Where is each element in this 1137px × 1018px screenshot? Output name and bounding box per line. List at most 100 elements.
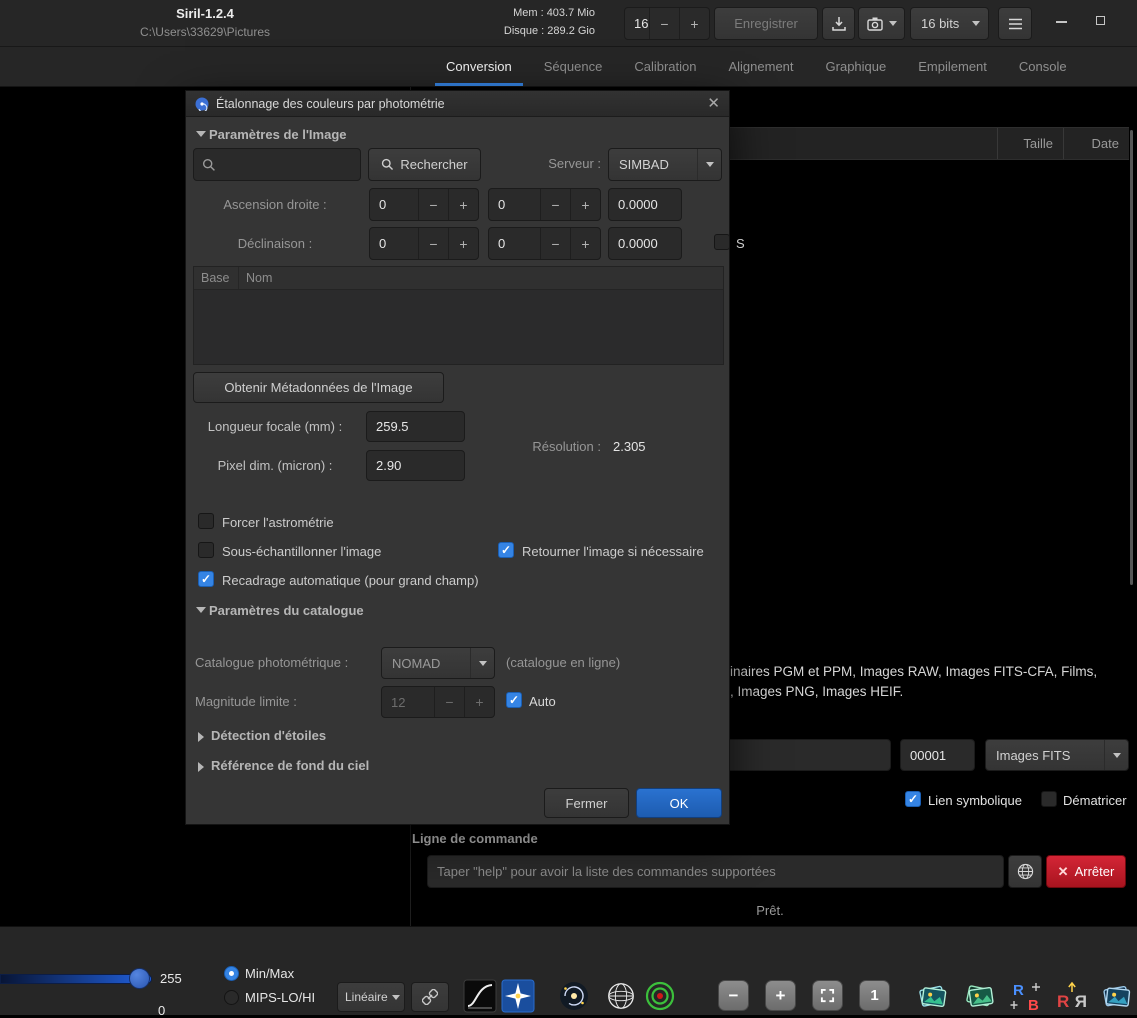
tab-alignment[interactable]: Alignement: [712, 47, 809, 86]
photometry-button[interactable]: [557, 979, 591, 1013]
ra-hours-spinner[interactable]: 0 − +: [369, 188, 479, 221]
chevron-down-icon: [1113, 753, 1121, 758]
ra-minutes-spinner[interactable]: 0 − +: [488, 188, 601, 221]
object-search-field[interactable]: [222, 157, 352, 172]
tab-graph[interactable]: Graphique: [810, 47, 903, 86]
plus-icon[interactable]: +: [570, 189, 600, 220]
catalog-dropdown[interactable]: NOMAD: [381, 647, 495, 679]
snapshot-button[interactable]: [858, 7, 905, 40]
ok-button[interactable]: OK: [636, 788, 722, 818]
zoom-fit-button[interactable]: [812, 980, 843, 1011]
command-input[interactable]: [427, 855, 1004, 888]
get-metadata-button[interactable]: Obtenir Métadonnées de l'Image: [193, 372, 444, 403]
fit-corners-icon: [820, 988, 835, 1003]
close-button[interactable]: Fermer: [544, 788, 629, 818]
catalog-section-title[interactable]: Paramètres du catalogue: [209, 603, 364, 618]
server-dropdown[interactable]: SIMBAD: [608, 148, 722, 181]
search-button-label: Rechercher: [400, 157, 467, 172]
close-icon[interactable]: ✕: [707, 96, 720, 111]
focal-input[interactable]: [366, 411, 465, 442]
plus-icon[interactable]: +: [679, 8, 709, 39]
plus-icon[interactable]: +: [448, 189, 478, 220]
autocrop-checkbox[interactable]: [198, 571, 214, 587]
astrometry-button[interactable]: [604, 979, 638, 1013]
minus-icon[interactable]: −: [540, 228, 570, 259]
dialog-title: Étalonnage des couleurs par photométrie: [216, 97, 445, 111]
image-list-button[interactable]: [916, 979, 950, 1013]
export-button[interactable]: [822, 7, 855, 40]
stop-button[interactable]: ✕ Arrêter: [1046, 855, 1126, 888]
minus-icon[interactable]: −: [540, 189, 570, 220]
rgb-align-icon: R B: [1010, 979, 1044, 1013]
slider-handle[interactable]: [129, 968, 150, 989]
menu-button[interactable]: [998, 7, 1032, 40]
expander-closed-icon[interactable]: [198, 732, 204, 742]
column-header-name[interactable]: Nom: [239, 267, 272, 289]
debayer-checkbox[interactable]: [1041, 791, 1057, 807]
tab-sequence[interactable]: Séquence: [528, 47, 619, 86]
minus-icon: −: [729, 986, 739, 1006]
object-search-input[interactable]: [193, 148, 361, 181]
save-button[interactable]: Enregistrer: [714, 7, 818, 40]
expander-closed-icon[interactable]: [198, 762, 204, 772]
plus-icon[interactable]: +: [448, 228, 478, 259]
photo-stack-icon: [916, 979, 950, 1013]
tab-conversion[interactable]: Conversion: [430, 47, 528, 86]
pixel-size-input[interactable]: [366, 450, 465, 481]
window-minimize-button[interactable]: [1056, 21, 1067, 23]
quick-photometry-button[interactable]: [643, 979, 677, 1013]
expander-open-icon[interactable]: [196, 607, 206, 613]
minus-icon[interactable]: −: [418, 228, 448, 259]
minus-icon: −: [434, 687, 464, 717]
plus-icon[interactable]: +: [570, 228, 600, 259]
mips-radio[interactable]: [224, 990, 239, 1005]
zoom-one-button[interactable]: 1: [859, 980, 890, 1011]
zoom-out-button[interactable]: −: [718, 980, 749, 1011]
star-detection-section-title[interactable]: Détection d'étoiles: [211, 728, 326, 743]
minus-icon[interactable]: −: [649, 8, 679, 39]
start-index-input[interactable]: [900, 739, 975, 771]
frame-spinner[interactable]: 16 − +: [624, 7, 710, 40]
expander-open-icon[interactable]: [196, 131, 206, 137]
force-astrometry-checkbox[interactable]: [198, 513, 214, 529]
column-header-size[interactable]: Taille: [997, 128, 1063, 159]
search-button[interactable]: Rechercher: [368, 148, 481, 181]
bit-depth-dropdown[interactable]: 16 bits: [910, 7, 989, 40]
rgb-align-button[interactable]: R B: [1010, 979, 1044, 1013]
column-header-base[interactable]: Base: [194, 267, 239, 289]
histogram-stretch-button[interactable]: [463, 979, 497, 1013]
scale-mode-dropdown[interactable]: Linéaire: [337, 982, 405, 1012]
output-format-dropdown[interactable]: Images FITS: [985, 739, 1129, 771]
south-checkbox[interactable]: [714, 234, 730, 250]
scrollbar[interactable]: [1130, 130, 1133, 585]
tab-stacking[interactable]: Empilement: [902, 47, 1003, 86]
flip-checkbox[interactable]: [498, 542, 514, 558]
magnitude-spinner[interactable]: 12 − +: [381, 686, 495, 718]
column-header-date[interactable]: Date: [1063, 128, 1129, 159]
downsample-checkbox[interactable]: [198, 542, 214, 558]
minus-icon[interactable]: −: [418, 189, 448, 220]
star-display-button[interactable]: [501, 979, 535, 1013]
chain-link-icon: [422, 989, 438, 1005]
background-ref-section-title[interactable]: Référence de fond du ciel: [211, 758, 369, 773]
mirror-button[interactable]: R R: [1055, 979, 1089, 1013]
dialog-titlebar[interactable]: Étalonnage des couleurs par photométrie …: [186, 91, 729, 117]
dec-degrees-spinner[interactable]: 0 − +: [369, 227, 479, 260]
dec-minutes-spinner[interactable]: 0 − +: [488, 227, 601, 260]
siril-window: Siril-1.2.4 C:\Users\33629\Pictures Mem …: [0, 0, 1137, 1015]
link-channels-button[interactable]: [411, 982, 449, 1012]
bit-depth-value: 16 bits: [911, 16, 964, 31]
symlink-checkbox[interactable]: [905, 791, 921, 807]
ra-seconds-input[interactable]: [608, 188, 682, 221]
window-maximize-button[interactable]: [1096, 16, 1105, 25]
tab-console[interactable]: Console: [1003, 47, 1083, 86]
image-section-title[interactable]: Paramètres de l'Image: [209, 127, 347, 142]
tab-calibration[interactable]: Calibration: [618, 47, 712, 86]
image-compare-button[interactable]: [963, 979, 997, 1013]
minmax-radio[interactable]: [224, 966, 239, 981]
auto-magnitude-checkbox[interactable]: [506, 692, 522, 708]
dec-seconds-input[interactable]: [608, 227, 682, 260]
command-help-button[interactable]: [1008, 855, 1042, 888]
image-open-button[interactable]: [1100, 979, 1134, 1013]
zoom-in-button[interactable]: +: [765, 980, 796, 1011]
